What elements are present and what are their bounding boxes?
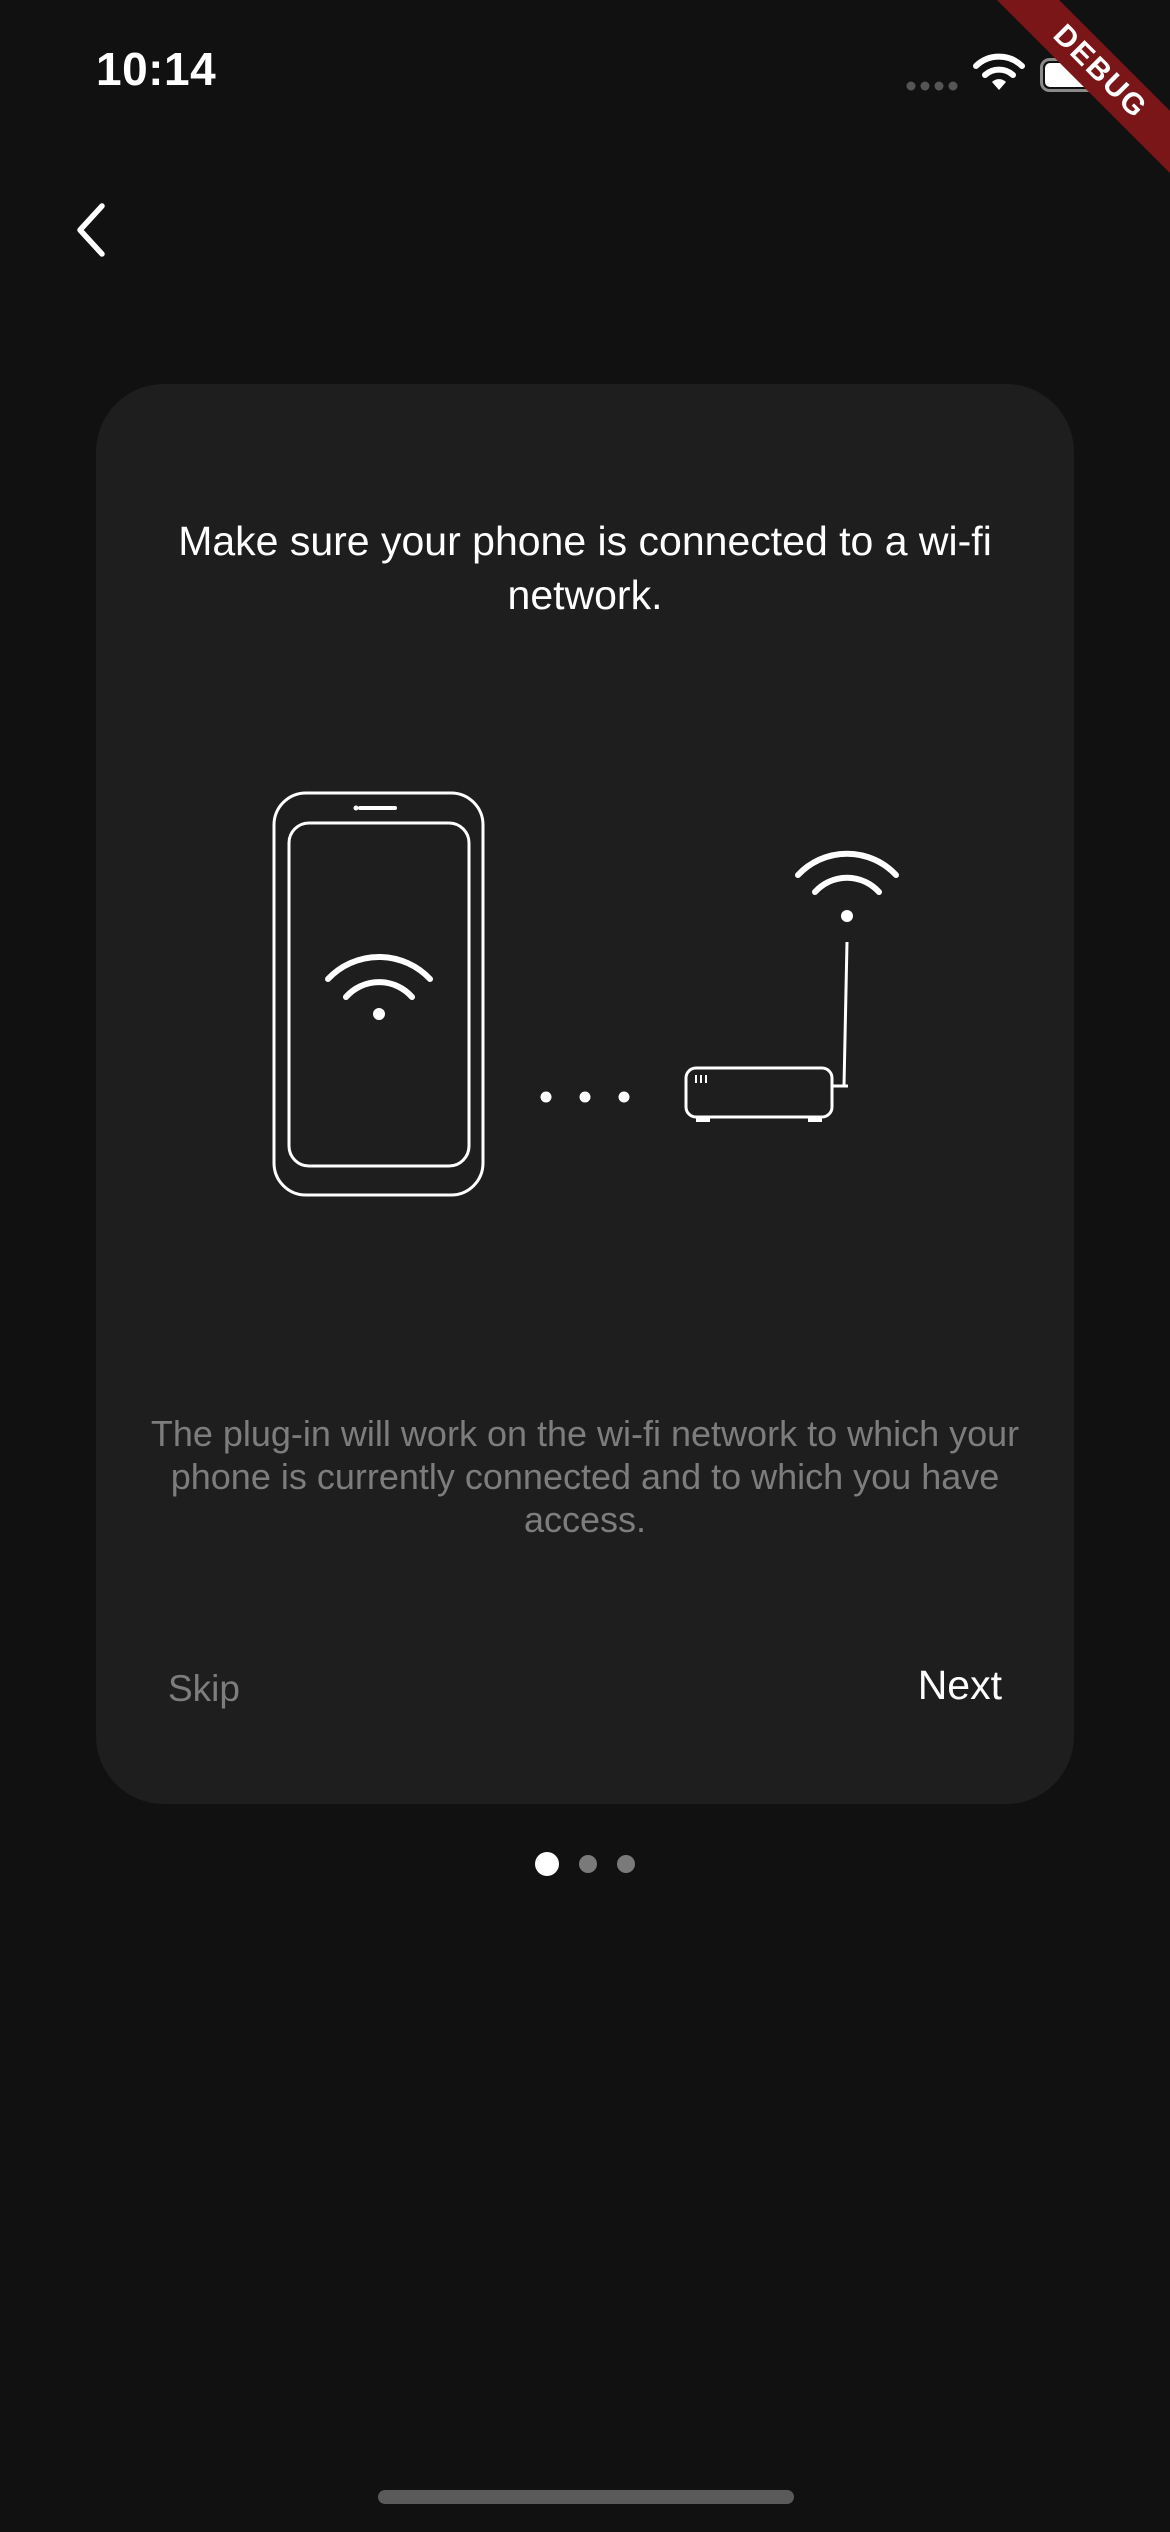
connection-dots <box>540 1091 630 1103</box>
router-icon <box>684 941 849 1122</box>
debug-banner: DEBUG <box>971 0 1170 201</box>
status-wifi-icon <box>973 53 1025 90</box>
page-dot-3[interactable] <box>617 1855 635 1873</box>
onboarding-screen: 10:14 DEBUG Make sure your phone is conn… <box>0 0 1170 2532</box>
back-button[interactable] <box>40 180 140 280</box>
wifi-connection-illustration <box>272 791 899 1197</box>
page-dot-2[interactable] <box>579 1855 597 1873</box>
page-indicator <box>0 1852 1170 1876</box>
next-button[interactable]: Next <box>918 1656 1002 1715</box>
skip-button[interactable]: Skip <box>168 1662 240 1716</box>
cellular-signal-icon <box>906 81 958 91</box>
onboarding-card: Make sure your phone is connected to a w… <box>96 384 1074 1804</box>
router-wifi-icon <box>795 850 899 922</box>
home-indicator[interactable] <box>378 2490 794 2504</box>
page-dot-1[interactable] <box>535 1852 559 1876</box>
smartphone-icon <box>272 791 485 1197</box>
chevron-left-icon <box>77 203 105 257</box>
card-description: The plug-in will work on the wi-fi netwo… <box>150 1413 1020 1540</box>
phone-wifi-icon <box>325 954 433 1020</box>
status-time: 10:14 <box>96 43 217 95</box>
